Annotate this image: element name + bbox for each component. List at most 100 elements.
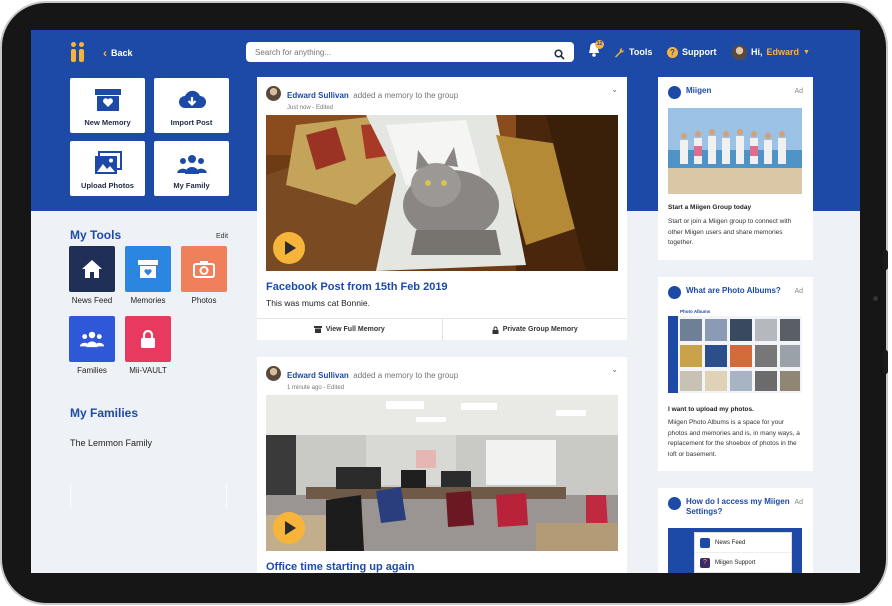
ad-image: News Feed ? Miigen Support xyxy=(668,528,802,573)
help-icon: ? xyxy=(667,46,678,58)
post-meta: 1 minute ago - Edited xyxy=(287,385,345,391)
avatar[interactable] xyxy=(266,86,281,101)
cat-video-thumbnail xyxy=(266,115,618,271)
ad-headline: Start a Miigen Group today xyxy=(668,204,752,211)
tool-mii-vault[interactable] xyxy=(125,316,171,362)
post-header: Edward Sullivan added a memory to the gr… xyxy=(266,85,458,111)
miigen-logo-icon xyxy=(668,497,681,510)
ad-image xyxy=(668,108,802,194)
new-memory-button[interactable]: New Memory xyxy=(70,78,145,133)
post-action: added a memory to the group xyxy=(353,91,459,100)
ad-tag: Ad xyxy=(794,288,803,295)
post-author[interactable]: Edward Sullivan xyxy=(287,371,349,380)
news-feed-icon xyxy=(700,537,710,548)
support-link[interactable]: ? Support xyxy=(667,43,717,61)
post-meta: Just now - Edited xyxy=(287,105,334,111)
tool-memories[interactable] xyxy=(125,246,171,292)
family-link[interactable]: The Lemmon Family xyxy=(70,438,152,448)
new-memory-label: New Memory xyxy=(84,118,131,127)
post-title[interactable]: Facebook Post from 15th Feb 2019 xyxy=(266,281,448,293)
edit-tools-link[interactable]: Edit xyxy=(216,233,228,240)
chevron-left-icon: ‹ xyxy=(103,46,107,60)
miigen-logo[interactable] xyxy=(70,42,86,62)
ad-tag: Ad xyxy=(794,499,803,506)
ad-tag: Ad xyxy=(794,88,803,95)
search-bar[interactable] xyxy=(246,42,574,62)
avatar xyxy=(732,44,747,60)
tools-label: Tools xyxy=(629,47,653,57)
my-tools-heading: My Tools xyxy=(70,228,122,242)
back-button[interactable]: ‹ Back xyxy=(103,46,133,60)
tool-memories-label: Memories xyxy=(130,296,166,305)
chevron-down-icon[interactable]: ⌄ xyxy=(611,85,618,94)
post-video[interactable] xyxy=(266,395,618,551)
search-input[interactable] xyxy=(255,47,535,57)
ad-card: How do I access my Miigen Settings? Ad N… xyxy=(658,488,813,573)
play-button[interactable] xyxy=(273,512,305,544)
ad-image: Photo Albums xyxy=(668,307,802,393)
divider xyxy=(226,485,227,507)
photos-icon xyxy=(94,151,122,174)
ad-title[interactable]: Miigen xyxy=(686,86,796,96)
user-menu[interactable]: Hi, Edward ▼ xyxy=(732,43,810,61)
album-thumbnails xyxy=(680,319,800,391)
post-header: Edward Sullivan added a memory to the gr… xyxy=(266,365,458,391)
memory-box-icon xyxy=(94,89,121,111)
feed-post: Edward Sullivan added a memory to the gr… xyxy=(257,357,627,573)
privacy-indicator[interactable]: Private Group Memory xyxy=(441,319,628,340)
tool-news-feed-label: News Feed xyxy=(71,296,113,305)
privacy-label: Private Group Memory xyxy=(502,326,578,333)
help-icon: ? xyxy=(700,558,710,568)
greeting: Hi, xyxy=(751,47,763,57)
notification-badge: 12 xyxy=(595,40,604,49)
ad-body: Miigen Photo Albums is a space for your … xyxy=(668,419,800,458)
post-video[interactable] xyxy=(266,115,618,271)
chevron-down-icon: ▼ xyxy=(803,48,810,56)
ad-card: What are Photo Albums? Ad Photo Albums I… xyxy=(658,277,813,471)
volume-button xyxy=(883,250,888,270)
tool-mii-vault-label: Mii-VAULT xyxy=(129,366,167,375)
tool-photos[interactable] xyxy=(181,246,227,292)
app-screen: ‹ Back 12 Tools ? Support Hi, Edward ▼ N… xyxy=(31,30,860,573)
import-post-button[interactable]: Import Post xyxy=(154,78,229,133)
lock-icon xyxy=(141,329,155,348)
tool-families[interactable] xyxy=(69,316,115,362)
view-full-memory-label: View Full Memory xyxy=(325,326,385,333)
user-name: Edward xyxy=(766,47,800,57)
home-icon xyxy=(82,260,102,278)
ad-card: Miigen Ad Start a Miigen Group today Sta… xyxy=(658,77,813,260)
post-title[interactable]: Office time starting up again xyxy=(266,561,415,573)
camera-icon xyxy=(193,261,215,278)
lock-icon xyxy=(492,326,499,334)
post-author[interactable]: Edward Sullivan xyxy=(287,91,349,100)
upload-photos-label: Upload Photos xyxy=(81,181,134,190)
camera-dot xyxy=(873,296,878,301)
avatar[interactable] xyxy=(266,366,281,381)
play-button[interactable] xyxy=(273,232,305,264)
search-icon[interactable] xyxy=(554,47,565,60)
my-family-label: My Family xyxy=(173,181,210,190)
tool-photos-label: Photos xyxy=(191,296,217,305)
tool-families-label: Families xyxy=(77,366,107,375)
wrench-icon xyxy=(615,47,625,57)
tool-news-feed[interactable] xyxy=(69,246,115,292)
ad-title[interactable]: What are Photo Albums? xyxy=(686,286,796,296)
chevron-down-icon[interactable]: ⌄ xyxy=(611,365,618,374)
memory-box-icon xyxy=(313,326,322,333)
memory-heart-icon xyxy=(138,260,158,278)
family-icon xyxy=(176,155,207,174)
ad-title[interactable]: How do I access my Miigen Settings? xyxy=(686,497,796,517)
cloud-download-icon xyxy=(178,90,206,108)
post-actions: View Full Memory Private Group Memory xyxy=(257,318,627,340)
my-families-heading: My Families xyxy=(70,406,139,420)
miigen-logo-icon xyxy=(668,286,681,299)
upload-photos-button[interactable]: Upload Photos xyxy=(70,141,145,196)
my-family-button[interactable]: My Family xyxy=(154,141,229,196)
divider xyxy=(70,485,71,507)
post-description: This was mums cat Bonnie. xyxy=(266,298,370,308)
office-video-thumbnail xyxy=(266,395,618,551)
view-full-memory-button[interactable]: View Full Memory xyxy=(257,319,442,340)
family-icon xyxy=(79,331,105,348)
notifications-button[interactable]: 12 xyxy=(587,40,604,60)
tools-link[interactable]: Tools xyxy=(614,43,652,61)
